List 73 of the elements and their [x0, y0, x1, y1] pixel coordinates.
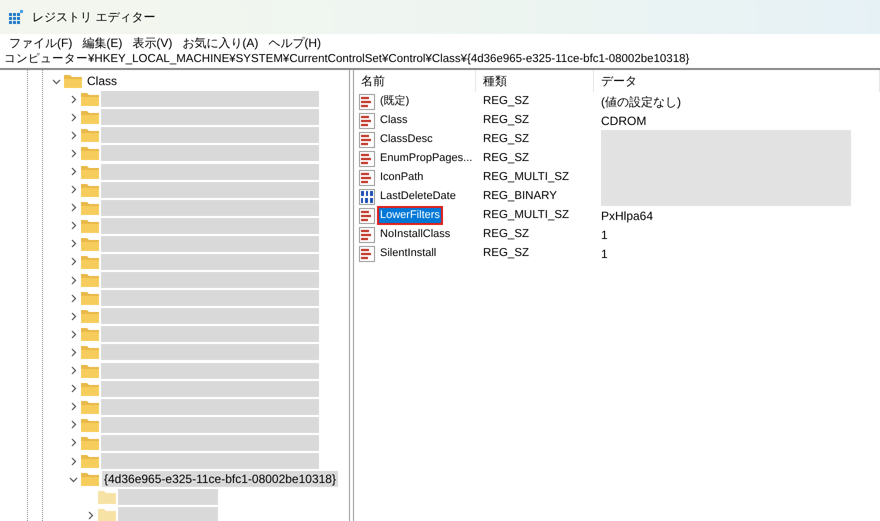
value-type: REG_SZ [482, 150, 530, 166]
folder-icon [81, 436, 99, 450]
string-value-icon [359, 246, 375, 262]
string-value-icon [359, 226, 375, 242]
window-title: レジストリ エディター [32, 9, 156, 26]
menu-item[interactable]: 編集(E) [77, 34, 128, 52]
string-value-icon [359, 94, 375, 110]
folder-icon [98, 508, 116, 521]
value-type: REG_SZ [482, 246, 530, 261]
value-type: REG_MULTI_SZ [482, 208, 570, 223]
value-name[interactable]: EnumPropPages... [377, 149, 476, 168]
column-header[interactable]: 名前 [354, 70, 476, 92]
folder-icon [81, 327, 99, 342]
folder-icon [81, 182, 99, 197]
value-name[interactable]: ClassDesc [377, 130, 436, 149]
folder-icon [81, 454, 99, 468]
menu-item[interactable]: お気に入り(A) [177, 34, 264, 52]
value-data: PxHlpa64 [601, 208, 654, 224]
value-type: REG_MULTI_SZ [482, 170, 570, 185]
folder-icon [98, 490, 116, 504]
value-data: CDROM [601, 112, 646, 130]
folder-icon [81, 164, 99, 179]
value-type: REG_SZ [482, 112, 530, 128]
value-data: 1 [601, 246, 608, 262]
folder-icon [81, 92, 99, 106]
folder-icon [81, 472, 99, 486]
menu-item[interactable]: ファイル(F) [4, 34, 78, 52]
folder-icon [81, 345, 99, 360]
folder-icon [81, 418, 99, 432]
folder-icon [81, 309, 99, 324]
value-name[interactable]: NoInstallClass [377, 225, 454, 244]
string-value-icon [359, 112, 375, 128]
value-data: 1 [601, 226, 608, 244]
value-name[interactable]: SilentInstall [377, 244, 440, 263]
string-value-icon [359, 150, 375, 166]
folder-icon [81, 273, 99, 288]
menu-item[interactable]: 表示(V) [127, 34, 178, 52]
folder-icon [81, 364, 99, 378]
folder-icon [81, 218, 99, 233]
folder-icon [81, 254, 99, 269]
string-value-icon [359, 208, 375, 224]
chevron-right-icon[interactable] [86, 510, 95, 520]
folder-icon [81, 110, 99, 124]
folder-icon [81, 128, 99, 142]
folder-icon [81, 382, 99, 396]
value-name[interactable]: IconPath [377, 168, 426, 187]
folder-icon [81, 146, 99, 160]
string-value-icon [359, 170, 375, 186]
tree-item[interactable]: {4d36e965-e325-11ce-bfc1-08002be10318} [102, 471, 338, 488]
value-type: REG_BINARY [482, 188, 558, 204]
value-name[interactable]: LowerFilters [377, 206, 443, 225]
address-bar[interactable]: コンピューター¥HKEY_LOCAL_MACHINE¥SYSTEM¥CurrentControlSet¥Control¥Class¥{4d36e965-e325-11ce-bfc1-08002be10318} [0, 52, 880, 70]
value-data: (値の設定なし) [601, 94, 681, 110]
value-type: REG_SZ [482, 226, 530, 242]
value-name[interactable]: (既定) [377, 92, 412, 111]
chevron-down-icon[interactable] [52, 76, 61, 86]
menu-item[interactable]: ヘルプ(H) [263, 34, 326, 52]
folder-icon [64, 74, 82, 88]
folder-icon [81, 291, 99, 306]
column-header[interactable]: データ [594, 70, 880, 92]
value-name[interactable]: LastDeleteDate [377, 187, 459, 206]
value-type: REG_SZ [482, 132, 530, 147]
folder-icon [81, 236, 99, 251]
string-value-icon [359, 132, 375, 148]
value-type: REG_SZ [482, 94, 530, 109]
folder-icon [81, 400, 99, 414]
column-header[interactable]: 種類 [476, 70, 594, 92]
chevron-down-icon[interactable] [69, 474, 78, 484]
tree-item[interactable]: Class [85, 73, 120, 90]
registry-app-icon [8, 9, 24, 25]
binary-value-icon [359, 188, 375, 204]
folder-icon [81, 200, 99, 215]
value-name[interactable]: Class [377, 111, 411, 130]
